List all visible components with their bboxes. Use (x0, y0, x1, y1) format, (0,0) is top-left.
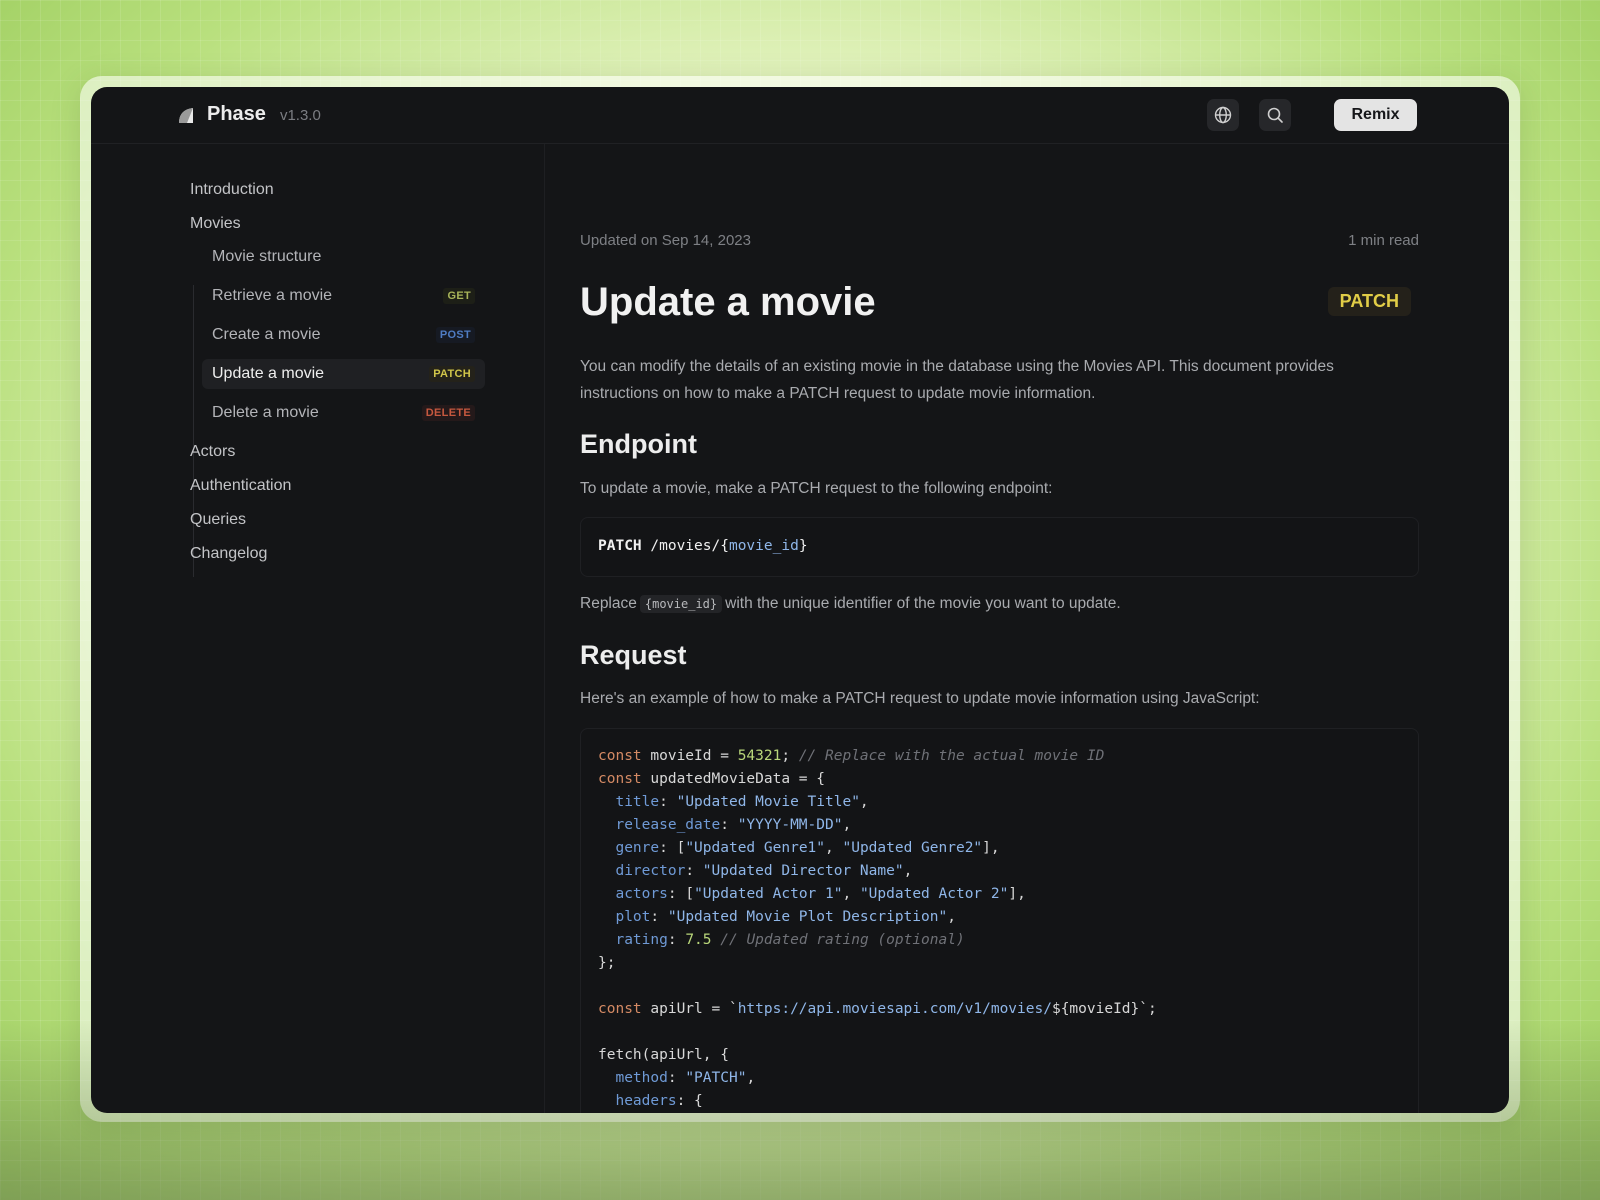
article: Updated on Sep 14, 2023 1 min read Updat… (580, 144, 1419, 1113)
remix-button[interactable]: Remix (1334, 99, 1417, 131)
code-line: }; (598, 955, 616, 971)
code-line: title: "Updated Movie Title", (615, 794, 869, 810)
sidebar-item-movies[interactable]: Movies (190, 215, 241, 233)
phase-logo-icon (179, 107, 193, 123)
code-line: fetch(apiUrl, { (598, 1047, 729, 1063)
sidebar-item-label: Create a movie (212, 326, 321, 343)
replace-text: Replace {movie_id} with the unique identif… (580, 590, 1380, 618)
request-text: Here's an example of how to make a PATCH… (580, 690, 1260, 707)
code-line: const updatedMovieData = { (598, 771, 825, 787)
read-time: 1 min read (1348, 232, 1419, 249)
sidebar-item-create-movie[interactable]: Create a movie POST (202, 320, 485, 350)
search-icon (1267, 107, 1283, 123)
sidebar: Introduction Movies Movie structure Retr… (91, 144, 545, 1113)
request-heading: Request (580, 640, 687, 670)
search-button[interactable] (1259, 99, 1291, 131)
request-code-block: const movieId = 54321; // Replace with t… (580, 728, 1419, 1113)
sidebar-item-authentication[interactable]: Authentication (190, 477, 291, 495)
app-name: Phase (207, 103, 266, 125)
sidebar-item-actors[interactable]: Actors (190, 443, 235, 461)
delete-badge: DELETE (421, 405, 475, 421)
endpoint-param: movie_id (728, 538, 799, 554)
brand[interactable]: Phase v1.3.0 (177, 103, 321, 126)
language-button[interactable] (1207, 99, 1239, 131)
sidebar-item-changelog[interactable]: Changelog (190, 545, 267, 563)
post-badge: POST (435, 327, 475, 343)
sidebar-subnav-line (193, 285, 194, 577)
app-version: v1.3.0 (279, 107, 321, 124)
code-line: actors: ["Updated Actor 1", "Updated Act… (615, 886, 1026, 902)
sidebar-item-label: Update a movie (212, 365, 325, 382)
app-window: Phase v1.3.0 Remix Introduction Movies M… (91, 87, 1509, 1113)
replace-before: Replace (580, 595, 637, 612)
code-line: release_date: "YYYY-MM-DD", (615, 817, 852, 833)
code-line: const apiUrl = `https://api.moviesapi.co… (598, 1001, 1157, 1017)
intro-paragraph: You can modify the details of an existin… (580, 358, 1334, 402)
endpoint-heading: Endpoint (580, 429, 697, 459)
sidebar-item-queries[interactable]: Queries (190, 511, 246, 529)
sidebar-item-movie-structure[interactable]: Movie structure (202, 242, 485, 272)
globe-icon (1214, 106, 1232, 124)
code-line: headers: { (615, 1093, 703, 1109)
get-badge: GET (443, 288, 475, 304)
sidebar-item-label: Retrieve a movie (212, 287, 333, 304)
sidebar-item-delete-movie[interactable]: Delete a movie DELETE (202, 398, 485, 428)
updated-date: Updated on Sep 14, 2023 (580, 232, 751, 249)
top-bar: Phase v1.3.0 Remix (91, 87, 1509, 144)
code-line: rating: 7.5 // Updated rating (optional) (615, 932, 965, 948)
page-title: Update a movie (580, 280, 876, 324)
code-line: method: "PATCH", (615, 1070, 756, 1086)
endpoint-code-block: PATCH /movies/{movie_id} (580, 517, 1419, 577)
endpoint-code: PATCH /movies/{movie_id} (598, 535, 1401, 558)
code-line: const movieId = 54321; // Replace with t… (598, 748, 1105, 764)
endpoint-path: /movies/{ (650, 538, 729, 554)
inline-code-movie-id: {movie_id} (639, 595, 723, 613)
endpoint-method: PATCH (598, 538, 642, 554)
endpoint-text: To update a movie, make a PATCH request … (580, 480, 1053, 497)
sidebar-item-update-movie[interactable]: Update a movie PATCH (202, 359, 485, 389)
sidebar-item-label: Delete a movie (212, 404, 319, 421)
code-line: director: "Updated Director Name", (615, 863, 913, 879)
sidebar-item-label: Movie structure (212, 248, 322, 265)
sidebar-item-retrieve-movie[interactable]: Retrieve a movie GET (202, 281, 485, 311)
method-badge: PATCH (1327, 287, 1411, 316)
endpoint-close: } (798, 538, 808, 554)
sidebar-item-introduction[interactable]: Introduction (190, 181, 274, 199)
code-line: genre: ["Updated Genre1", "Updated Genre… (615, 840, 1000, 856)
replace-after: with the unique identifier of the movie … (725, 595, 1121, 612)
code-line: plot: "Updated Movie Plot Description", (615, 909, 956, 925)
patch-badge: PATCH (429, 366, 475, 382)
